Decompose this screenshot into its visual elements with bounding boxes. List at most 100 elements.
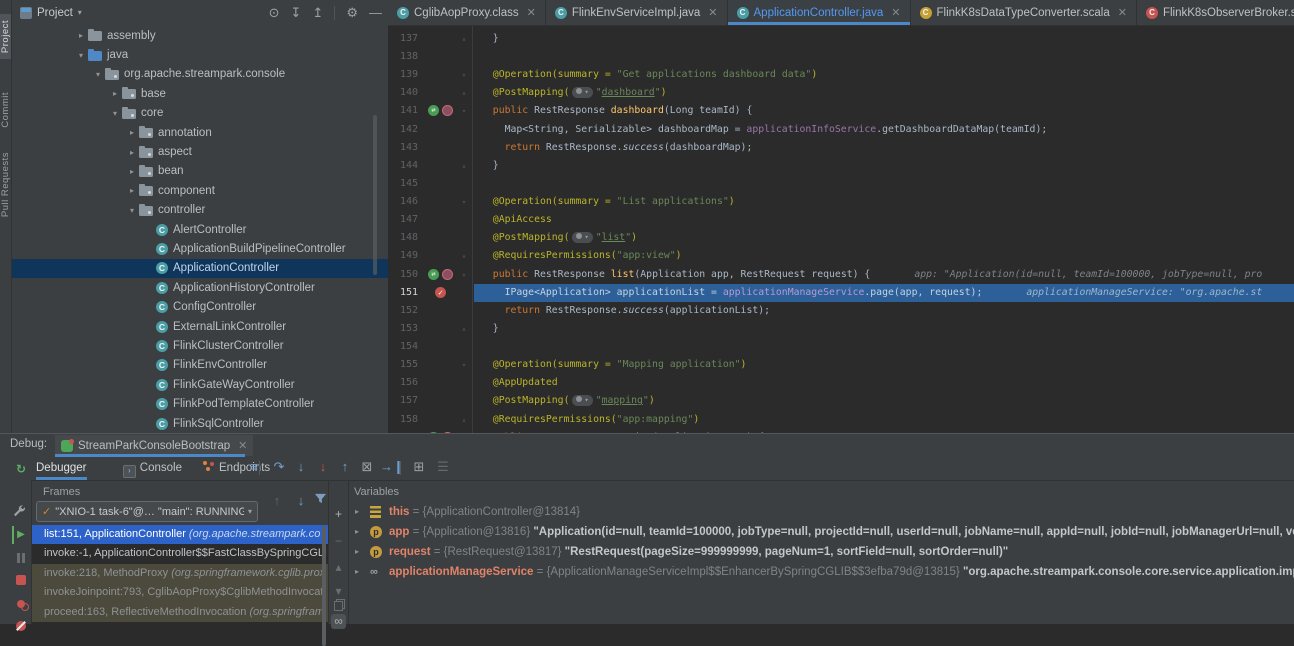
code-line-157[interactable]: 157 @PostMapping(▾"mapping") — [388, 392, 1294, 410]
fold-marker-icon[interactable]: ▵ — [459, 84, 469, 102]
breakpoint-icon[interactable]: ✓ — [435, 287, 446, 298]
tree-item-controller[interactable]: ▾controller — [12, 201, 388, 220]
bean-gutter-icon[interactable] — [442, 105, 453, 116]
chevron-right-icon[interactable]: ▸ — [355, 562, 359, 582]
chevron-down-icon[interactable]: ▾ — [125, 206, 139, 215]
move-down-icon[interactable]: ▾ — [331, 584, 346, 599]
frame-up-icon[interactable]: ↑ — [268, 492, 286, 510]
code-line-153[interactable]: 153▵ } — [388, 320, 1294, 338]
move-up-icon[interactable]: ▴ — [331, 560, 346, 575]
select-opened-file-icon[interactable]: ⊙ — [269, 5, 280, 21]
tree-item-flinksqlcontroller[interactable]: CFlinkSqlController — [12, 414, 388, 433]
code-line-151[interactable]: 151✓ IPage<Application> applicationList … — [388, 284, 1294, 302]
close-icon[interactable]: ✕ — [1118, 6, 1127, 19]
tree-item-flinkpodtemplatecontroller[interactable]: CFlinkPodTemplateController — [12, 395, 388, 414]
chevron-right-icon[interactable]: ▸ — [125, 167, 139, 176]
chevron-right-icon[interactable]: ▸ — [355, 522, 359, 542]
fold-marker-icon[interactable]: ▵ — [459, 247, 469, 265]
fold-marker-icon[interactable]: ▿ — [459, 193, 469, 211]
endpoint-gutter-icon[interactable]: ⇄ — [428, 105, 439, 116]
settings-wrench-icon[interactable] — [12, 504, 30, 522]
frame-row[interactable]: list:151, ApplicationController (org.apa… — [32, 525, 328, 544]
view-breakpoints-icon[interactable] — [12, 594, 30, 612]
editor-tab-flinkk8sobserverbroker-scala[interactable]: CFlinkK8sObserverBroker.scala✕ — [1137, 0, 1294, 25]
stripe-item-pull-requests[interactable]: Pull Requests — [0, 152, 11, 217]
frames-scrollbar[interactable] — [322, 526, 326, 646]
code-line-154[interactable]: 154 — [388, 338, 1294, 356]
layout-settings-icon[interactable]: ☰ — [434, 458, 452, 476]
tree-item-org.apache.streampark.console[interactable]: ▾org.apache.streampark.console — [12, 65, 388, 84]
code-line-137[interactable]: 137▵ } — [388, 30, 1294, 48]
rerun-icon[interactable]: ↻ — [12, 460, 30, 478]
tree-item-annotation[interactable]: ▸annotation — [12, 123, 388, 142]
editor-tab-flinkk8sdatatypeconverter-scala[interactable]: CFlinkK8sDataTypeConverter.scala✕ — [911, 0, 1137, 25]
stripe-item-project[interactable]: Project — [0, 14, 11, 59]
chevron-right-icon[interactable]: ▸ — [125, 186, 139, 195]
hide-icon[interactable]: — — [369, 5, 382, 20]
editor-tab-cglibaopproxy-class[interactable]: CCglibAopProxy.class✕ — [388, 0, 546, 25]
tree-item-java[interactable]: ▾java — [12, 45, 388, 64]
frame-row[interactable]: invoke:218, MethodProxy (org.springframe… — [32, 564, 328, 583]
chevron-down-icon[interactable]: ▾ — [78, 8, 82, 17]
close-icon[interactable]: ✕ — [238, 439, 247, 452]
stop-icon[interactable] — [12, 570, 30, 588]
fold-marker-icon[interactable]: ▵ — [459, 30, 469, 48]
chevron-right-icon[interactable]: ▸ — [355, 542, 359, 562]
fold-marker-icon[interactable]: ▵ — [459, 411, 469, 429]
tree-item-component[interactable]: ▸component — [12, 181, 388, 200]
tree-item-core[interactable]: ▾core — [12, 104, 388, 123]
bean-gutter-icon[interactable] — [442, 269, 453, 280]
tree-item-configcontroller[interactable]: CConfigController — [12, 298, 388, 317]
step-over-icon[interactable]: ↷ — [270, 458, 288, 476]
variable-row-app[interactable]: ▸papp = {Application@13816} "Application… — [349, 522, 1294, 542]
url-inlay-hint[interactable]: ▾ — [572, 87, 592, 98]
frame-row[interactable]: proceed:163, ReflectiveMethodInvocation … — [32, 603, 328, 622]
fold-marker-icon[interactable]: ▵ — [459, 157, 469, 175]
tree-item-applicationcontroller[interactable]: CApplicationController — [12, 259, 388, 278]
expand-all-icon[interactable]: ↧ — [291, 5, 302, 21]
code-line-158[interactable]: 158▵ @RequiresPermissions("app:mapping") — [388, 411, 1294, 429]
tree-item-flinkenvcontroller[interactable]: CFlinkEnvController — [12, 356, 388, 375]
fold-marker-icon[interactable]: ▿ — [459, 66, 469, 84]
code-line-144[interactable]: 144▵ } — [388, 157, 1294, 175]
variable-row-applicationManageService[interactable]: ▸∞applicationManageService = {Applicatio… — [349, 562, 1294, 582]
tree-item-alertcontroller[interactable]: CAlertController — [12, 220, 388, 239]
debug-session-tab[interactable]: StreamParkConsoleBootstrap ✕ — [55, 435, 253, 456]
tree-item-base[interactable]: ▸base — [12, 84, 388, 103]
code-line-146[interactable]: 146▿ @Operation(summary = "List applicat… — [388, 193, 1294, 211]
frame-row[interactable]: invokeJoinpoint:793, CglibAopProxy$Cglib… — [32, 583, 328, 602]
code-line-140[interactable]: 140▵ @PostMapping(▾"dashboard") — [388, 84, 1294, 102]
chevron-right-icon[interactable]: ▸ — [74, 31, 88, 40]
code-line-152[interactable]: 152 return RestResponse.success(applicat… — [388, 302, 1294, 320]
tree-item-aspect[interactable]: ▸aspect — [12, 142, 388, 161]
code-line-156[interactable]: 156 @AppUpdated — [388, 374, 1294, 392]
editor-tab-applicationcontroller-java[interactable]: CApplicationController.java✕ — [728, 0, 911, 25]
variable-row-request[interactable]: ▸prequest = {RestRequest@13817} "RestReq… — [349, 542, 1294, 562]
reset-frame-icon[interactable]: ⊠ — [358, 458, 376, 476]
evaluate-expression-icon[interactable]: ⊞ — [410, 458, 428, 476]
stripe-item-commit[interactable]: Commit — [0, 92, 11, 128]
hamburger-menu-icon[interactable]: ≡ — [245, 458, 263, 476]
debug-view-tab-console[interactable]: ›Console — [123, 456, 182, 480]
step-out-icon[interactable]: ↑ — [336, 458, 354, 476]
duplicate-watch-icon[interactable] — [331, 598, 346, 613]
settings-icon[interactable]: ⚙ — [346, 5, 358, 21]
tree-item-applicationbuildpipelinecontroller[interactable]: CApplicationBuildPipelineController — [12, 239, 388, 258]
endpoint-gutter-icon[interactable]: ⇄ — [428, 269, 439, 280]
pause-program-icon[interactable] — [12, 548, 30, 566]
add-watch-icon[interactable]: + — [331, 507, 346, 522]
resume-program-icon[interactable]: ▶ — [12, 526, 28, 544]
url-inlay-hint[interactable]: ▾ — [572, 395, 592, 406]
filter-frames-icon[interactable] — [314, 492, 332, 510]
force-step-into-icon[interactable]: ↓ — [314, 458, 332, 476]
fold-marker-icon[interactable]: ▿ — [459, 356, 469, 374]
chevron-right-icon[interactable]: ▸ — [125, 128, 139, 137]
chevron-down-icon[interactable]: ▾ — [91, 70, 105, 79]
project-panel-title[interactable]: Project — [37, 7, 73, 19]
tree-item-flinkgatewaycontroller[interactable]: CFlinkGateWayController — [12, 375, 388, 394]
code-line-142[interactable]: 142 Map<String, Serializable> dashboardM… — [388, 121, 1294, 139]
code-line-141[interactable]: 141▿⇄ public RestResponse dashboard(Long… — [388, 102, 1294, 120]
remove-watch-icon[interactable]: − — [331, 534, 346, 549]
tree-item-assembly[interactable]: ▸assembly — [12, 26, 388, 45]
code-editor[interactable]: 137▵ }138139▿ @Operation(summary = "Get … — [388, 26, 1294, 433]
